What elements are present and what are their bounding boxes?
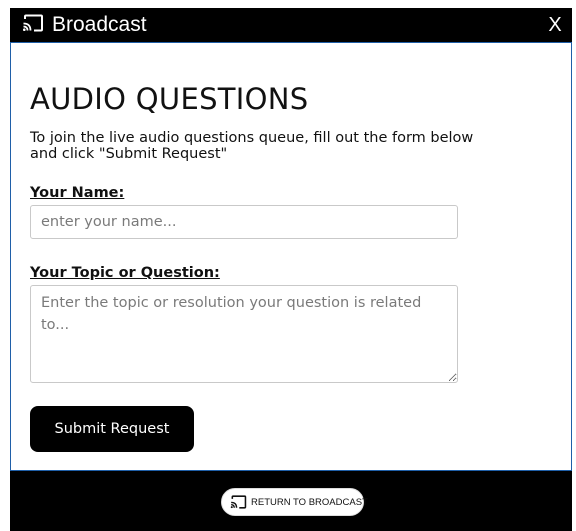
form-panel: AUDIO QUESTIONS To join the live audio q… — [10, 43, 572, 471]
return-to-broadcast-label: RETURN TO BROADCAST — [251, 497, 368, 508]
submit-request-button[interactable]: Submit Request — [30, 406, 194, 452]
window-title: Broadcast — [52, 13, 147, 36]
cast-icon — [23, 14, 43, 32]
name-input[interactable] — [30, 205, 458, 239]
name-label: Your Name: — [30, 185, 125, 201]
return-to-broadcast-button[interactable]: RETURN TO BROADCAST — [221, 488, 368, 516]
title-bar: Broadcast X — [10, 8, 572, 43]
footer-bar: RETURN TO BROADCAST — [10, 471, 572, 531]
cast-icon — [230, 495, 247, 509]
close-button[interactable]: X — [546, 12, 564, 38]
broadcast-dialog: Broadcast X AUDIO QUESTIONS To join the … — [10, 8, 572, 531]
page-title: AUDIO QUESTIONS — [30, 82, 309, 116]
topic-label: Your Topic or Question: — [30, 265, 220, 281]
intro-text: To join the live audio questions queue, … — [30, 130, 474, 162]
topic-textarea[interactable] — [30, 285, 458, 383]
